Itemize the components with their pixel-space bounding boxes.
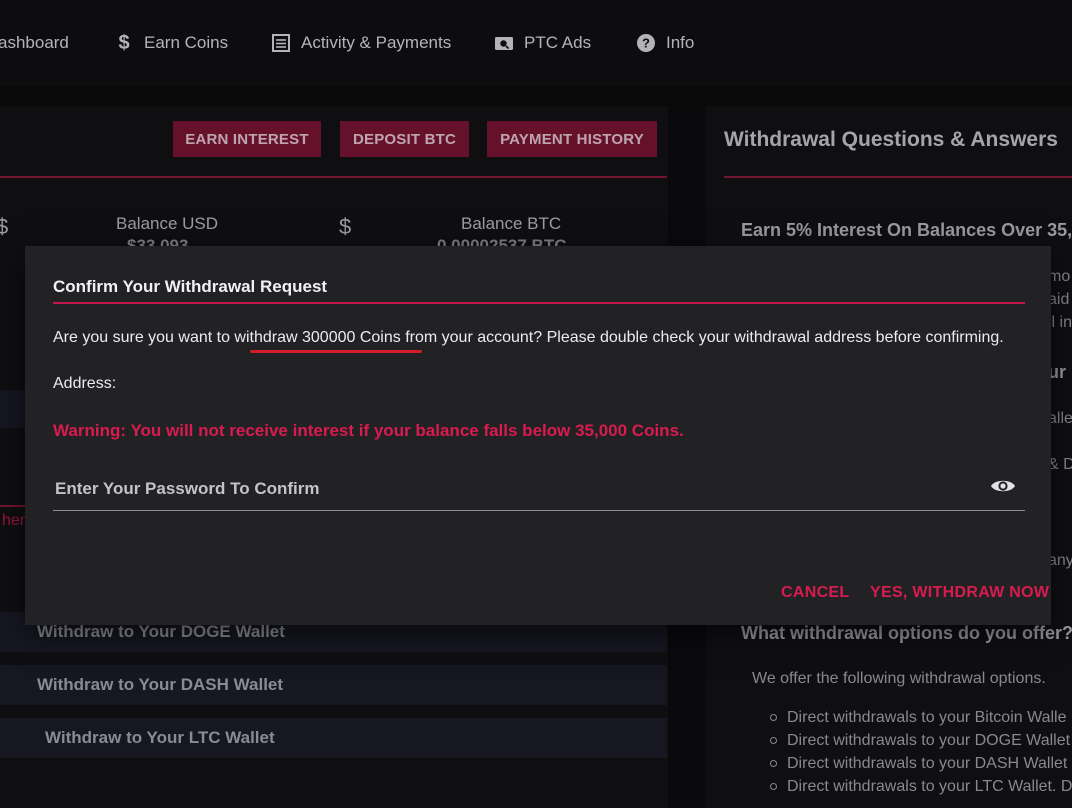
cancel-button[interactable]: CANCEL [781, 584, 849, 602]
confirm-withdraw-button[interactable]: YES, WITHDRAW NOW [870, 584, 1049, 602]
address-label: Address: [53, 375, 117, 392]
dialog-message: Are you sure you want to withdraw 300000… [53, 329, 1004, 346]
confirm-withdrawal-dialog: Confirm Your Withdrawal Request Are you … [25, 246, 1051, 625]
password-field [53, 468, 1025, 511]
interest-warning: Warning: You will not receive interest i… [53, 421, 684, 440]
eye-icon[interactable] [989, 472, 1017, 500]
dialog-title-underline [53, 302, 1025, 304]
dialog-title: Confirm Your Withdrawal Request [53, 277, 328, 296]
amount-highlight-underline [250, 350, 422, 353]
password-input[interactable] [53, 478, 977, 500]
